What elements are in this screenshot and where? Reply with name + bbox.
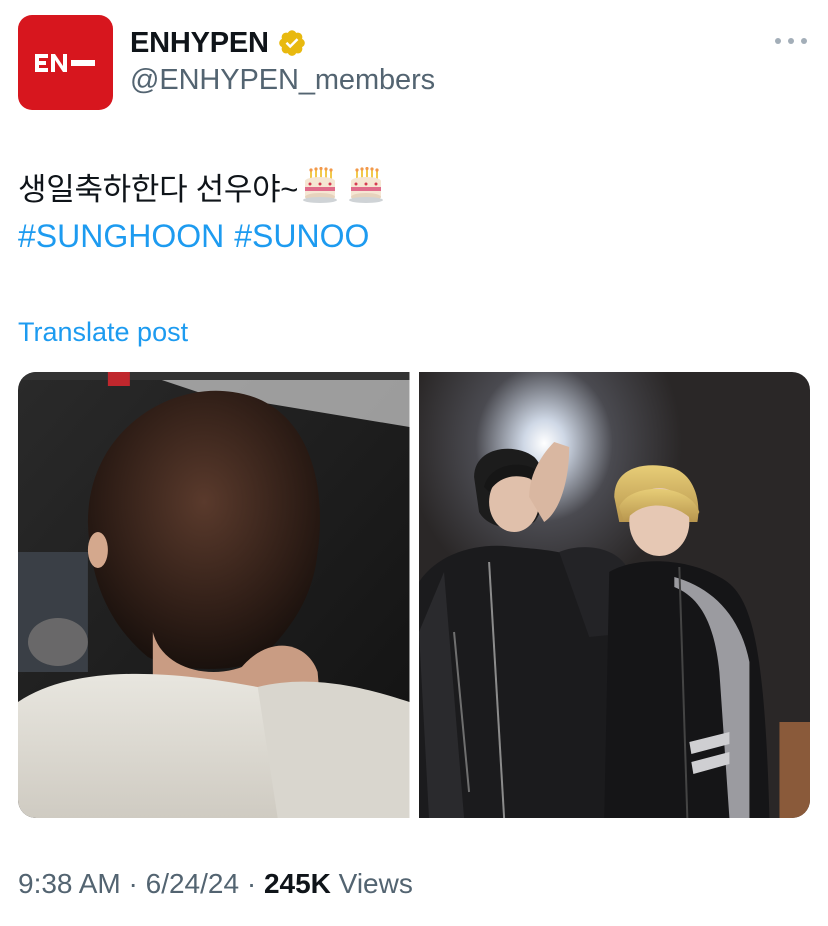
- enhypen-logo: [34, 53, 95, 72]
- birthday-cake-icon: [349, 167, 384, 203]
- dot: [775, 38, 781, 44]
- translate-post-link[interactable]: Translate post: [18, 317, 188, 348]
- views-label: Views: [338, 868, 413, 899]
- account-handle[interactable]: @ENHYPEN_members: [130, 64, 435, 97]
- hashtags: #SUNGHOON #SUNOO: [18, 218, 369, 255]
- photo-back-of-head[interactable]: [18, 372, 410, 818]
- avatar[interactable]: [18, 15, 113, 110]
- post-date[interactable]: 6/24/24: [146, 868, 239, 900]
- dot: [801, 38, 807, 44]
- photo-image: [418, 372, 810, 818]
- post-time[interactable]: 9:38 AM: [18, 868, 121, 900]
- hashtag-link[interactable]: #SUNGHOON: [18, 218, 224, 255]
- separator: ·: [120, 868, 146, 899]
- post-text: 생일축하한다 선우야~: [18, 164, 385, 208]
- hashtag-link[interactable]: #SUNOO: [234, 218, 369, 255]
- photo-image: [18, 372, 410, 818]
- display-name[interactable]: ENHYPEN: [130, 27, 269, 60]
- media-grid: [18, 372, 810, 818]
- birthday-cake-icon: [303, 167, 338, 203]
- more-options-icon[interactable]: [775, 34, 807, 48]
- post-meta: 9:38 AM · 6/24/24 · 245K Views: [18, 868, 413, 900]
- views-count: 245K: [263, 868, 331, 899]
- display-name-row: ENHYPEN: [130, 26, 307, 60]
- photo-mirror-selfie[interactable]: [418, 372, 810, 818]
- verified-badge-icon: [279, 30, 305, 56]
- post-body: 생일축하한다 선우야~: [18, 171, 299, 207]
- separator: ·: [239, 868, 264, 899]
- dot: [788, 38, 794, 44]
